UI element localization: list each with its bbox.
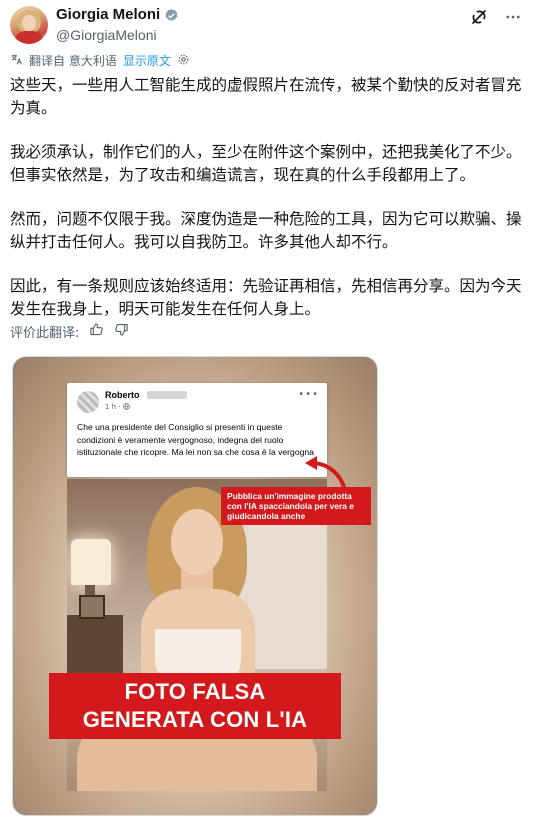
avatar[interactable] [10,6,48,44]
translated-from-label: 翻译自 意大利语 [29,54,117,68]
fb-post-text: Che una presidente del Consiglio si pres… [77,422,314,457]
translate-icon [10,53,23,69]
fake-photo [67,479,327,791]
blurred-surname [147,391,187,399]
annotation-note: Pubblica un'immagine prodotta con l'IA s… [221,487,371,525]
globe-icon [123,403,130,410]
banner-line-1: FOTO FALSA [124,679,266,704]
verified-badge-icon[interactable] [164,8,179,23]
thumbs-down-icon[interactable] [114,322,129,341]
fb-author-name: Roberto [105,390,140,400]
tweet-text: 这些天，一些用人工智能生成的虚假照片在流传，被某个勤快的反对者冒充为真。 我必须… [10,74,530,342]
fb-timestamp: 1 h · [105,403,130,411]
header-actions [468,6,524,28]
author-block: Giorgia Meloni @GiorgiaMeloni [56,6,179,44]
blurred-avatar [77,391,99,413]
tweet-paragraph: 这些天，一些用人工智能生成的虚假照片在流传，被某个勤快的反对者冒充为真。 [10,76,522,117]
tweet-paragraph: 然而，问题不仅限于我。深度伪造是一种危险的工具，因为它可以欺骗、操纵并打击任何人… [10,210,522,251]
show-original-link[interactable]: 显示原文 [123,52,171,69]
banner-line-2: GENERATA CON L'IA [82,707,308,732]
author-name-row[interactable]: Giorgia Meloni [56,6,179,24]
more-icon[interactable] [502,6,524,28]
grok-icon[interactable] [468,6,490,28]
settings-icon[interactable] [177,53,190,69]
fake-photo-banner: FOTO FALSA GENERATA CON L'IA [49,673,341,739]
tweet-header: Giorgia Meloni @GiorgiaMeloni [10,6,528,46]
fb-more-icon: ••• [298,389,319,400]
tweet-paragraph: 我必须承认，制作它们的人，至少在附件这个案例中，还把我美化了不少。但事实依然是，… [10,143,522,184]
thumbs-up-icon[interactable] [89,322,104,341]
author-handle[interactable]: @GiorgiaMeloni [56,26,179,44]
attached-image[interactable]: Roberto 1 h · ••• Che una presidente del… [12,356,378,816]
facebook-post-card: Roberto 1 h · ••• Che una presidente del… [67,383,327,477]
rate-translation-bar: 评价此翻译: [10,322,129,341]
translation-bar: 翻译自 意大利语 显示原文 [10,52,190,69]
tweet-paragraph: 因此，有一条规则应该始终适用：先验证再相信，先相信再分享。因为今天发生在我身上，… [10,277,522,318]
author-name[interactable]: Giorgia Meloni [56,6,160,24]
rate-translation-label: 评价此翻译: [10,326,80,341]
